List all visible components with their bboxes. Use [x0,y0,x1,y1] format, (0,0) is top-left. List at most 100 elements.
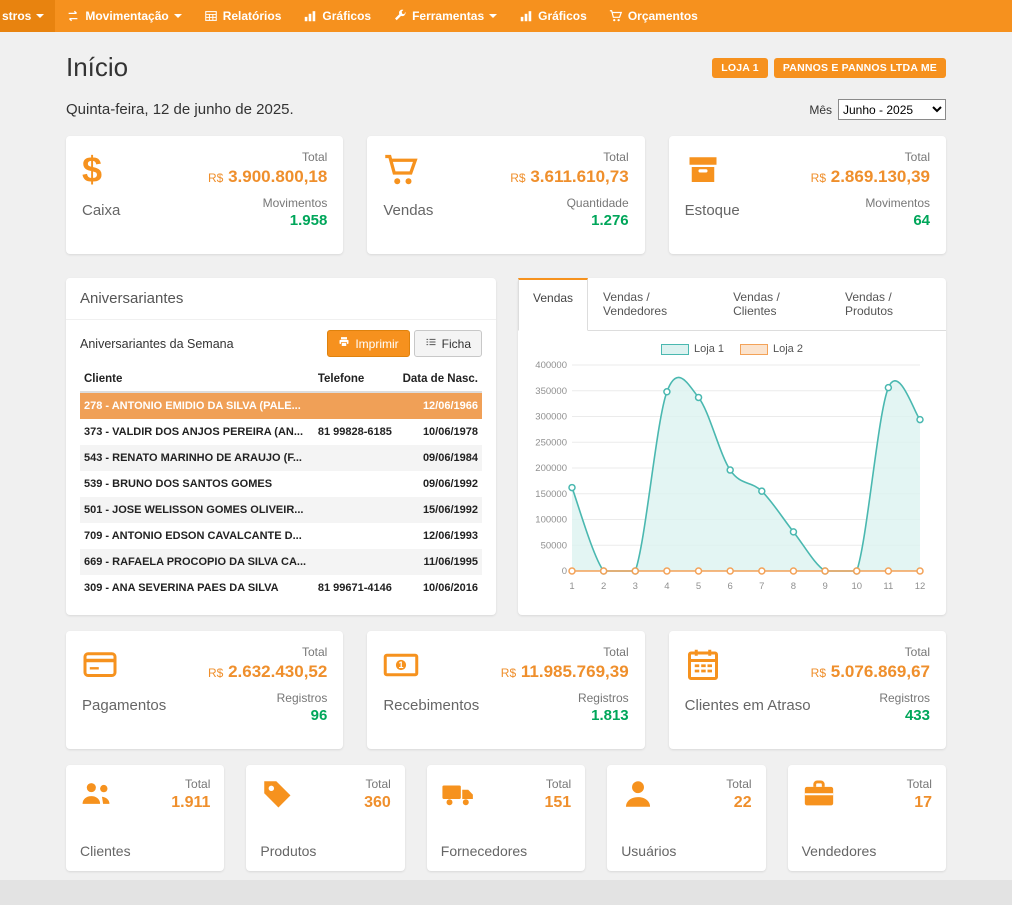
nav-item-ferramentas[interactable]: Ferramentas [382,0,508,32]
tab-vendas-clientes[interactable]: Vendas / Clientes [718,278,830,330]
table-row[interactable]: 501 - JOSE WELISSON GOMES OLIVEIR... 15/… [80,497,482,523]
chart-tabs: Vendas Vendas / Vendedores Vendas / Clie… [518,278,946,331]
table-row[interactable]: 543 - RENATO MARINHO DE ARAUJO (F... 09/… [80,445,482,471]
col-header-telefone: Telefone [314,367,397,392]
month-select[interactable]: Junho - 2025 [838,99,946,120]
mini-card-title: Fornecedores [441,843,571,859]
nasc-cell: 11/06/1995 [397,549,482,575]
chart-legend: Loja 1Loja 2 [528,343,936,355]
mini-card-title: Produtos [260,843,390,859]
wrench-icon [393,9,407,23]
calendar-icon [685,645,811,685]
telefone-cell: 81 99828-6185 [314,419,397,445]
stat-card-title: Pagamentos [82,697,166,714]
svg-text:400000: 400000 [535,360,567,371]
caret-down-icon [489,14,497,18]
ficha-button[interactable]: Ficha [414,330,482,357]
count-label: Movimentos [208,196,327,210]
svg-text:50000: 50000 [541,540,567,551]
mini-card-title: Clientes [80,843,210,859]
svg-text:3: 3 [633,581,638,592]
total-value: 5.076.869,67 [831,662,930,681]
nav-item-graficos-2[interactable]: Gráficos [508,0,598,32]
caret-down-icon [174,14,182,18]
currency-label: R$ [510,171,525,185]
cart-icon [609,9,623,23]
legend-item: Loja 2 [740,343,803,355]
cliente-cell: 278 - ANTONIO EMIDIO DA SILVA (PALE... [80,392,314,419]
list-icon [425,336,437,351]
printer-icon [338,336,350,351]
nasc-cell: 09/06/1984 [397,445,482,471]
svg-text:150000: 150000 [535,489,567,500]
svg-text:9: 9 [822,581,827,592]
bar-chart-icon [303,9,317,23]
stat-card-title: Clientes em Atraso [685,697,811,714]
telefone-cell: 81 99671-4146 [314,575,397,601]
nav-item-cadastros[interactable]: stros [0,0,55,32]
nav-item-label: Movimentação [85,9,168,23]
telefone-cell [314,549,397,575]
table-row[interactable]: 278 - ANTONIO EMIDIO DA SILVA (PALE... 1… [80,392,482,419]
nav-item-relatorios[interactable]: Relatórios [193,0,293,32]
nasc-cell: 09/06/1992 [397,471,482,497]
stat-card-clientes-atraso: Clientes em Atraso Total R$ 5.076.869,67… [669,631,946,749]
tab-vendas-produtos[interactable]: Vendas / Produtos [830,278,946,330]
total-label: Total [811,150,930,164]
tab-vendas[interactable]: Vendas [518,278,588,331]
truck-icon [441,777,475,816]
table-row[interactable]: 373 - VALDIR DOS ANJOS PEREIRA (AN... 81… [80,419,482,445]
table-icon [204,9,218,23]
count-value: 96 [208,707,327,724]
telefone-cell [314,445,397,471]
svg-text:11: 11 [883,581,893,592]
svg-text:8: 8 [791,581,796,592]
nav-item-orcamentos[interactable]: Orçamentos [598,0,709,32]
col-header-cliente: Cliente [80,367,314,392]
stat-card-recebimentos: 1 Recebimentos Total R$ 11.985.769,39 Re… [367,631,644,749]
caret-down-icon [36,14,44,18]
money-bill-icon: 1 [383,645,479,685]
mini-card-clientes: Total 1.911 Clientes [66,765,224,871]
sales-chart-panel: Vendas Vendas / Vendedores Vendas / Clie… [518,278,946,615]
telefone-cell [314,523,397,549]
ficha-label: Ficha [442,337,471,351]
count-value: 64 [811,212,930,229]
imprimir-button[interactable]: Imprimir [327,330,409,357]
total-label: Total [907,777,932,791]
tab-vendas-vendedores[interactable]: Vendas / Vendedores [588,278,718,330]
birthdays-panel: Aniversariantes Aniversariantes da Seman… [66,278,496,615]
nav-item-graficos-1[interactable]: Gráficos [292,0,382,32]
total-value: 2.632.430,52 [228,662,327,681]
birthdays-panel-title: Aniversariantes [66,278,496,320]
mini-card-title: Usuários [621,843,751,859]
count-label: Registros [811,691,930,705]
count-value: 1.276 [510,212,628,229]
currency-label: R$ [208,171,223,185]
stat-card-pagamentos: Pagamentos Total R$ 2.632.430,52 Registr… [66,631,343,749]
count-value: 1.958 [208,212,327,229]
total-value: 3.611.610,73 [530,167,628,186]
stat-card-title: Vendas [383,202,433,219]
nasc-cell: 12/06/1966 [397,392,482,419]
cliente-cell: 539 - BRUNO DOS SANTOS GOMES [80,471,314,497]
table-row[interactable]: 709 - ANTONIO EDSON CAVALCANTE D... 12/0… [80,523,482,549]
cliente-cell: 709 - ANTONIO EDSON CAVALCANTE D... [80,523,314,549]
cliente-cell: 669 - RAFAELA PROCOPIO DA SILVA CA... [80,549,314,575]
nasc-cell: 15/06/1992 [397,497,482,523]
nav-item-movimentacao[interactable]: Movimentação [55,0,192,32]
sales-chart-svg: 0500001000001500002000002500003000003500… [528,357,932,597]
currency-label: R$ [811,666,826,680]
table-row[interactable]: 539 - BRUNO DOS SANTOS GOMES 09/06/1992 [80,471,482,497]
total-value: 360 [364,794,391,812]
svg-text:10: 10 [851,581,862,592]
mini-card-fornecedores: Total 151 Fornecedores [427,765,585,871]
table-row[interactable]: 309 - ANA SEVERINA PAES DA SILVA 81 9967… [80,575,482,601]
stat-card-title: Caixa [82,202,120,219]
nasc-cell: 10/06/1978 [397,419,482,445]
exchange-icon [66,9,80,23]
svg-text:12: 12 [915,581,926,592]
mini-card-vendedores: Total 17 Vendedores [788,765,946,871]
nav-item-label: Gráficos [322,9,371,23]
table-row[interactable]: 669 - RAFAELA PROCOPIO DA SILVA CA... 11… [80,549,482,575]
